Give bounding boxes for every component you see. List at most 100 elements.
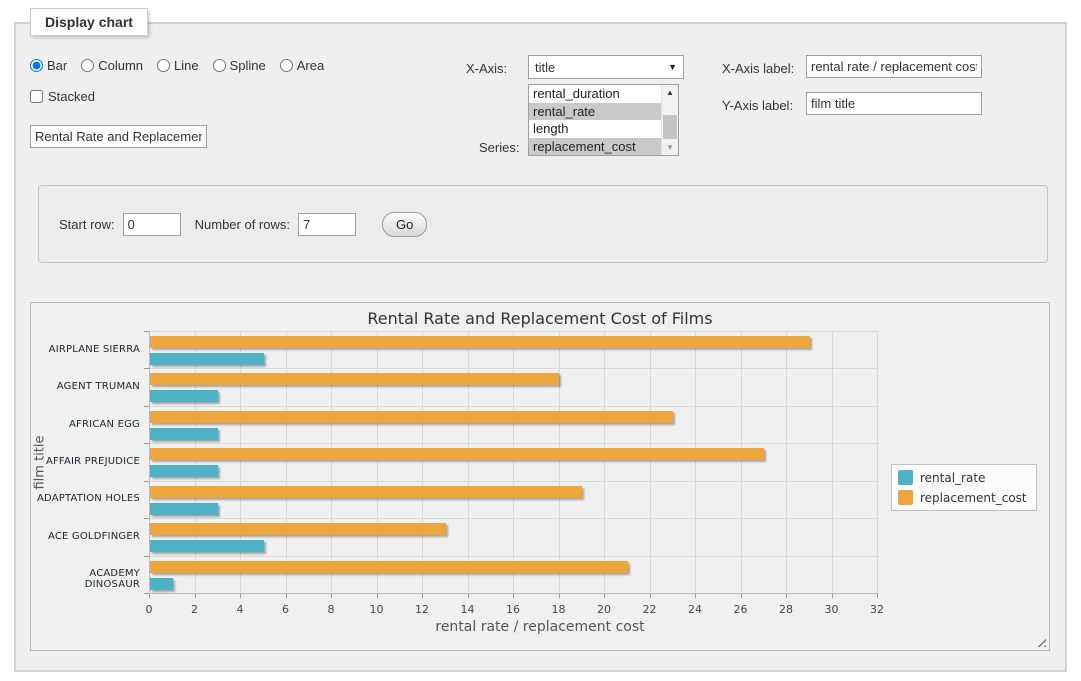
go-button[interactable]: Go <box>382 212 427 237</box>
chart-type-radio-area[interactable] <box>280 59 293 72</box>
num-rows-label: Number of rows: <box>195 217 290 232</box>
bar-replacement_cost-african-egg[interactable] <box>150 411 673 423</box>
x-axis-label-input[interactable] <box>806 55 982 78</box>
series-option-replacement_cost[interactable]: replacement_cost <box>529 138 661 156</box>
x-tick-label: 18 <box>552 603 566 616</box>
chart-type-radio-line[interactable] <box>157 59 170 72</box>
x-tick-label: 4 <box>237 603 244 616</box>
gridline <box>468 331 469 593</box>
series-listbox[interactable]: rental_durationrental_ratelengthreplacem… <box>528 84 679 156</box>
y-axis-title: film title <box>33 435 48 489</box>
gridline <box>604 331 605 593</box>
chart-type-label: Bar <box>47 58 67 73</box>
x-tick-label: 16 <box>506 603 520 616</box>
page: Display chart Bar Column Line Spline Area St… <box>0 0 1081 681</box>
chart-type-label: Line <box>174 58 199 73</box>
listbox-scrollbar[interactable]: ▲ ▼ <box>661 85 678 155</box>
chart-type-column[interactable]: Column <box>81 58 143 73</box>
chart-type-line[interactable]: Line <box>157 58 199 73</box>
bar-replacement_cost-airplane-sierra[interactable] <box>150 336 810 348</box>
gridline <box>149 331 877 332</box>
category-label: ACE GOLDFINGER <box>31 531 140 542</box>
legend-item-rental_rate[interactable]: rental_rate <box>898 470 1027 485</box>
chart-type-radios: Bar Column Line Spline Area <box>30 58 324 73</box>
chart-type-bar[interactable]: Bar <box>30 58 67 73</box>
bar-replacement_cost-academy-dinosaur[interactable] <box>150 561 628 573</box>
series-option-rental_duration[interactable]: rental_duration <box>529 85 661 103</box>
chart-type-radio-bar[interactable] <box>30 59 43 72</box>
x-tick-label: 24 <box>688 603 702 616</box>
bar-replacement_cost-adaptation-holes[interactable] <box>150 486 582 498</box>
gridline <box>377 331 378 593</box>
chart-container: Rental Rate and Replacement Cost of Film… <box>30 302 1050 651</box>
gridline <box>695 331 696 593</box>
x-tick-label: 14 <box>461 603 475 616</box>
bar-replacement_cost-ace-goldfinger[interactable] <box>150 523 446 535</box>
y-axis-label-label: Y-Axis label: <box>722 98 793 113</box>
chart-type-radio-column[interactable] <box>81 59 94 72</box>
gridline <box>331 331 332 593</box>
bar-rental_rate-agent-truman[interactable] <box>150 390 218 402</box>
x-tick-label: 0 <box>146 603 153 616</box>
x-tick-label: 8 <box>328 603 335 616</box>
bar-replacement_cost-agent-truman[interactable] <box>150 373 559 385</box>
rows-panel: Start row: Number of rows: Go <box>38 185 1048 263</box>
chart-type-spline[interactable]: Spline <box>213 58 266 73</box>
x-axis-label-label: X-Axis label: <box>722 61 794 76</box>
gridline <box>149 406 877 407</box>
x-tick-label: 20 <box>597 603 611 616</box>
gridline <box>149 443 877 444</box>
x-tick-label: 10 <box>370 603 384 616</box>
series-option-rental_rate[interactable]: rental_rate <box>529 103 661 121</box>
num-rows-input[interactable] <box>298 213 356 236</box>
gridline <box>422 331 423 593</box>
x-tick-label: 30 <box>825 603 839 616</box>
x-axis-line <box>149 593 877 594</box>
scroll-down-icon[interactable]: ▼ <box>662 140 678 155</box>
gridline <box>786 331 787 593</box>
chart-type-label: Column <box>98 58 143 73</box>
chart-type-radio-spline[interactable] <box>213 59 226 72</box>
category-label: ACADEMY DINOSAUR <box>31 568 140 590</box>
series-option-length[interactable]: length <box>529 120 661 138</box>
series-options: rental_durationrental_ratelengthreplacem… <box>529 85 661 155</box>
category-label: AFRICAN EGG <box>31 419 140 430</box>
chart-type-area[interactable]: Area <box>280 58 324 73</box>
x-axis-select[interactable]: title ▼ <box>528 55 684 79</box>
y-axis-line <box>149 331 150 593</box>
chart-legend: rental_rate replacement_cost <box>891 464 1037 511</box>
stacked-checkbox[interactable] <box>30 90 43 103</box>
y-axis-label-input[interactable] <box>806 92 982 115</box>
scrollbar-thumb[interactable] <box>663 115 677 139</box>
bar-rental_rate-ace-goldfinger[interactable] <box>150 540 264 552</box>
x-axis-selected-value: title <box>535 60 555 75</box>
gridline <box>832 331 833 593</box>
panel-legend: Display chart <box>30 8 148 36</box>
x-tick-label: 32 <box>870 603 884 616</box>
chart-title-input[interactable] <box>30 125 207 148</box>
start-row-label: Start row: <box>59 217 115 232</box>
x-tick <box>877 593 878 598</box>
category-label: AGENT TRUMAN <box>31 381 140 392</box>
scroll-up-icon[interactable]: ▲ <box>662 85 678 100</box>
gridline <box>650 331 651 593</box>
x-tick-label: 12 <box>415 603 429 616</box>
gridline <box>513 331 514 593</box>
chart-type-label: Spline <box>230 58 266 73</box>
start-row-input[interactable] <box>123 213 181 236</box>
gridline <box>559 331 560 593</box>
x-tick-label: 2 <box>191 603 198 616</box>
bar-rental_rate-academy-dinosaur[interactable] <box>150 578 173 590</box>
series-select-label: Series: <box>479 140 519 155</box>
legend-item-replacement_cost[interactable]: replacement_cost <box>898 490 1027 505</box>
stacked-option[interactable]: Stacked <box>30 89 95 104</box>
bar-rental_rate-african-egg[interactable] <box>150 428 218 440</box>
category-label: AIRPLANE SIERRA <box>31 344 140 355</box>
x-axis-title: rental rate / replacement cost <box>31 619 1049 635</box>
bar-rental_rate-airplane-sierra[interactable] <box>150 353 264 365</box>
bar-rental_rate-affair-prejudice[interactable] <box>150 465 218 477</box>
bar-rental_rate-adaptation-holes[interactable] <box>150 503 218 515</box>
bar-replacement_cost-affair-prejudice[interactable] <box>150 448 764 460</box>
x-tick-label: 26 <box>734 603 748 616</box>
resize-handle-icon[interactable] <box>1034 635 1046 647</box>
